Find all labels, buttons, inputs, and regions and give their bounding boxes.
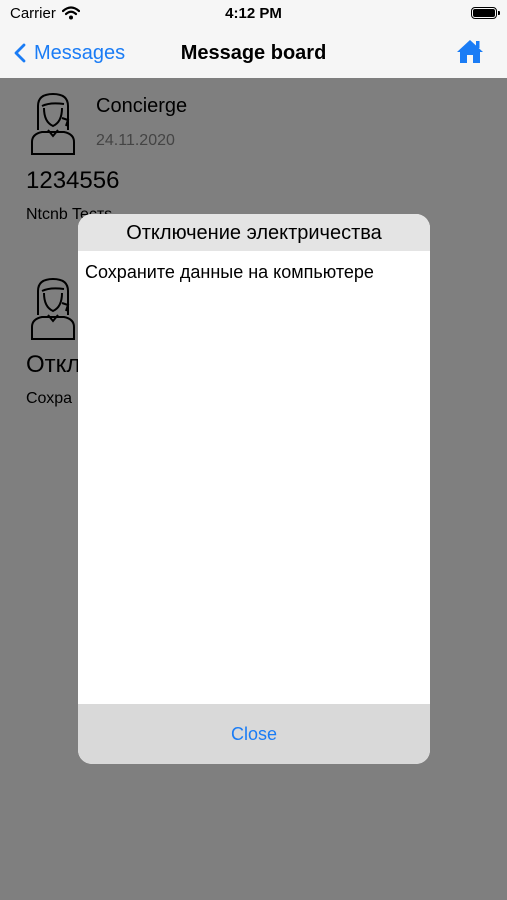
status-bar: Carrier 4:12 PM: [0, 0, 507, 30]
dialog-message: Сохраните данные на компьютере: [85, 262, 374, 282]
dialog-title: Отключение электричества: [126, 222, 382, 244]
close-button[interactable]: Close: [231, 704, 277, 764]
clock: 4:12 PM: [225, 5, 282, 22]
alert-dialog: Отключение электричества Сохраните данны…: [78, 214, 430, 764]
dialog-footer: Close: [78, 704, 430, 764]
home-button[interactable]: [455, 37, 485, 70]
page-title: Message board: [180, 42, 327, 64]
dialog-header: Отключение электричества: [78, 214, 430, 251]
navigation-bar: Messages Message board: [0, 30, 507, 78]
home-icon: [457, 40, 483, 63]
battery-icon: [471, 7, 500, 19]
